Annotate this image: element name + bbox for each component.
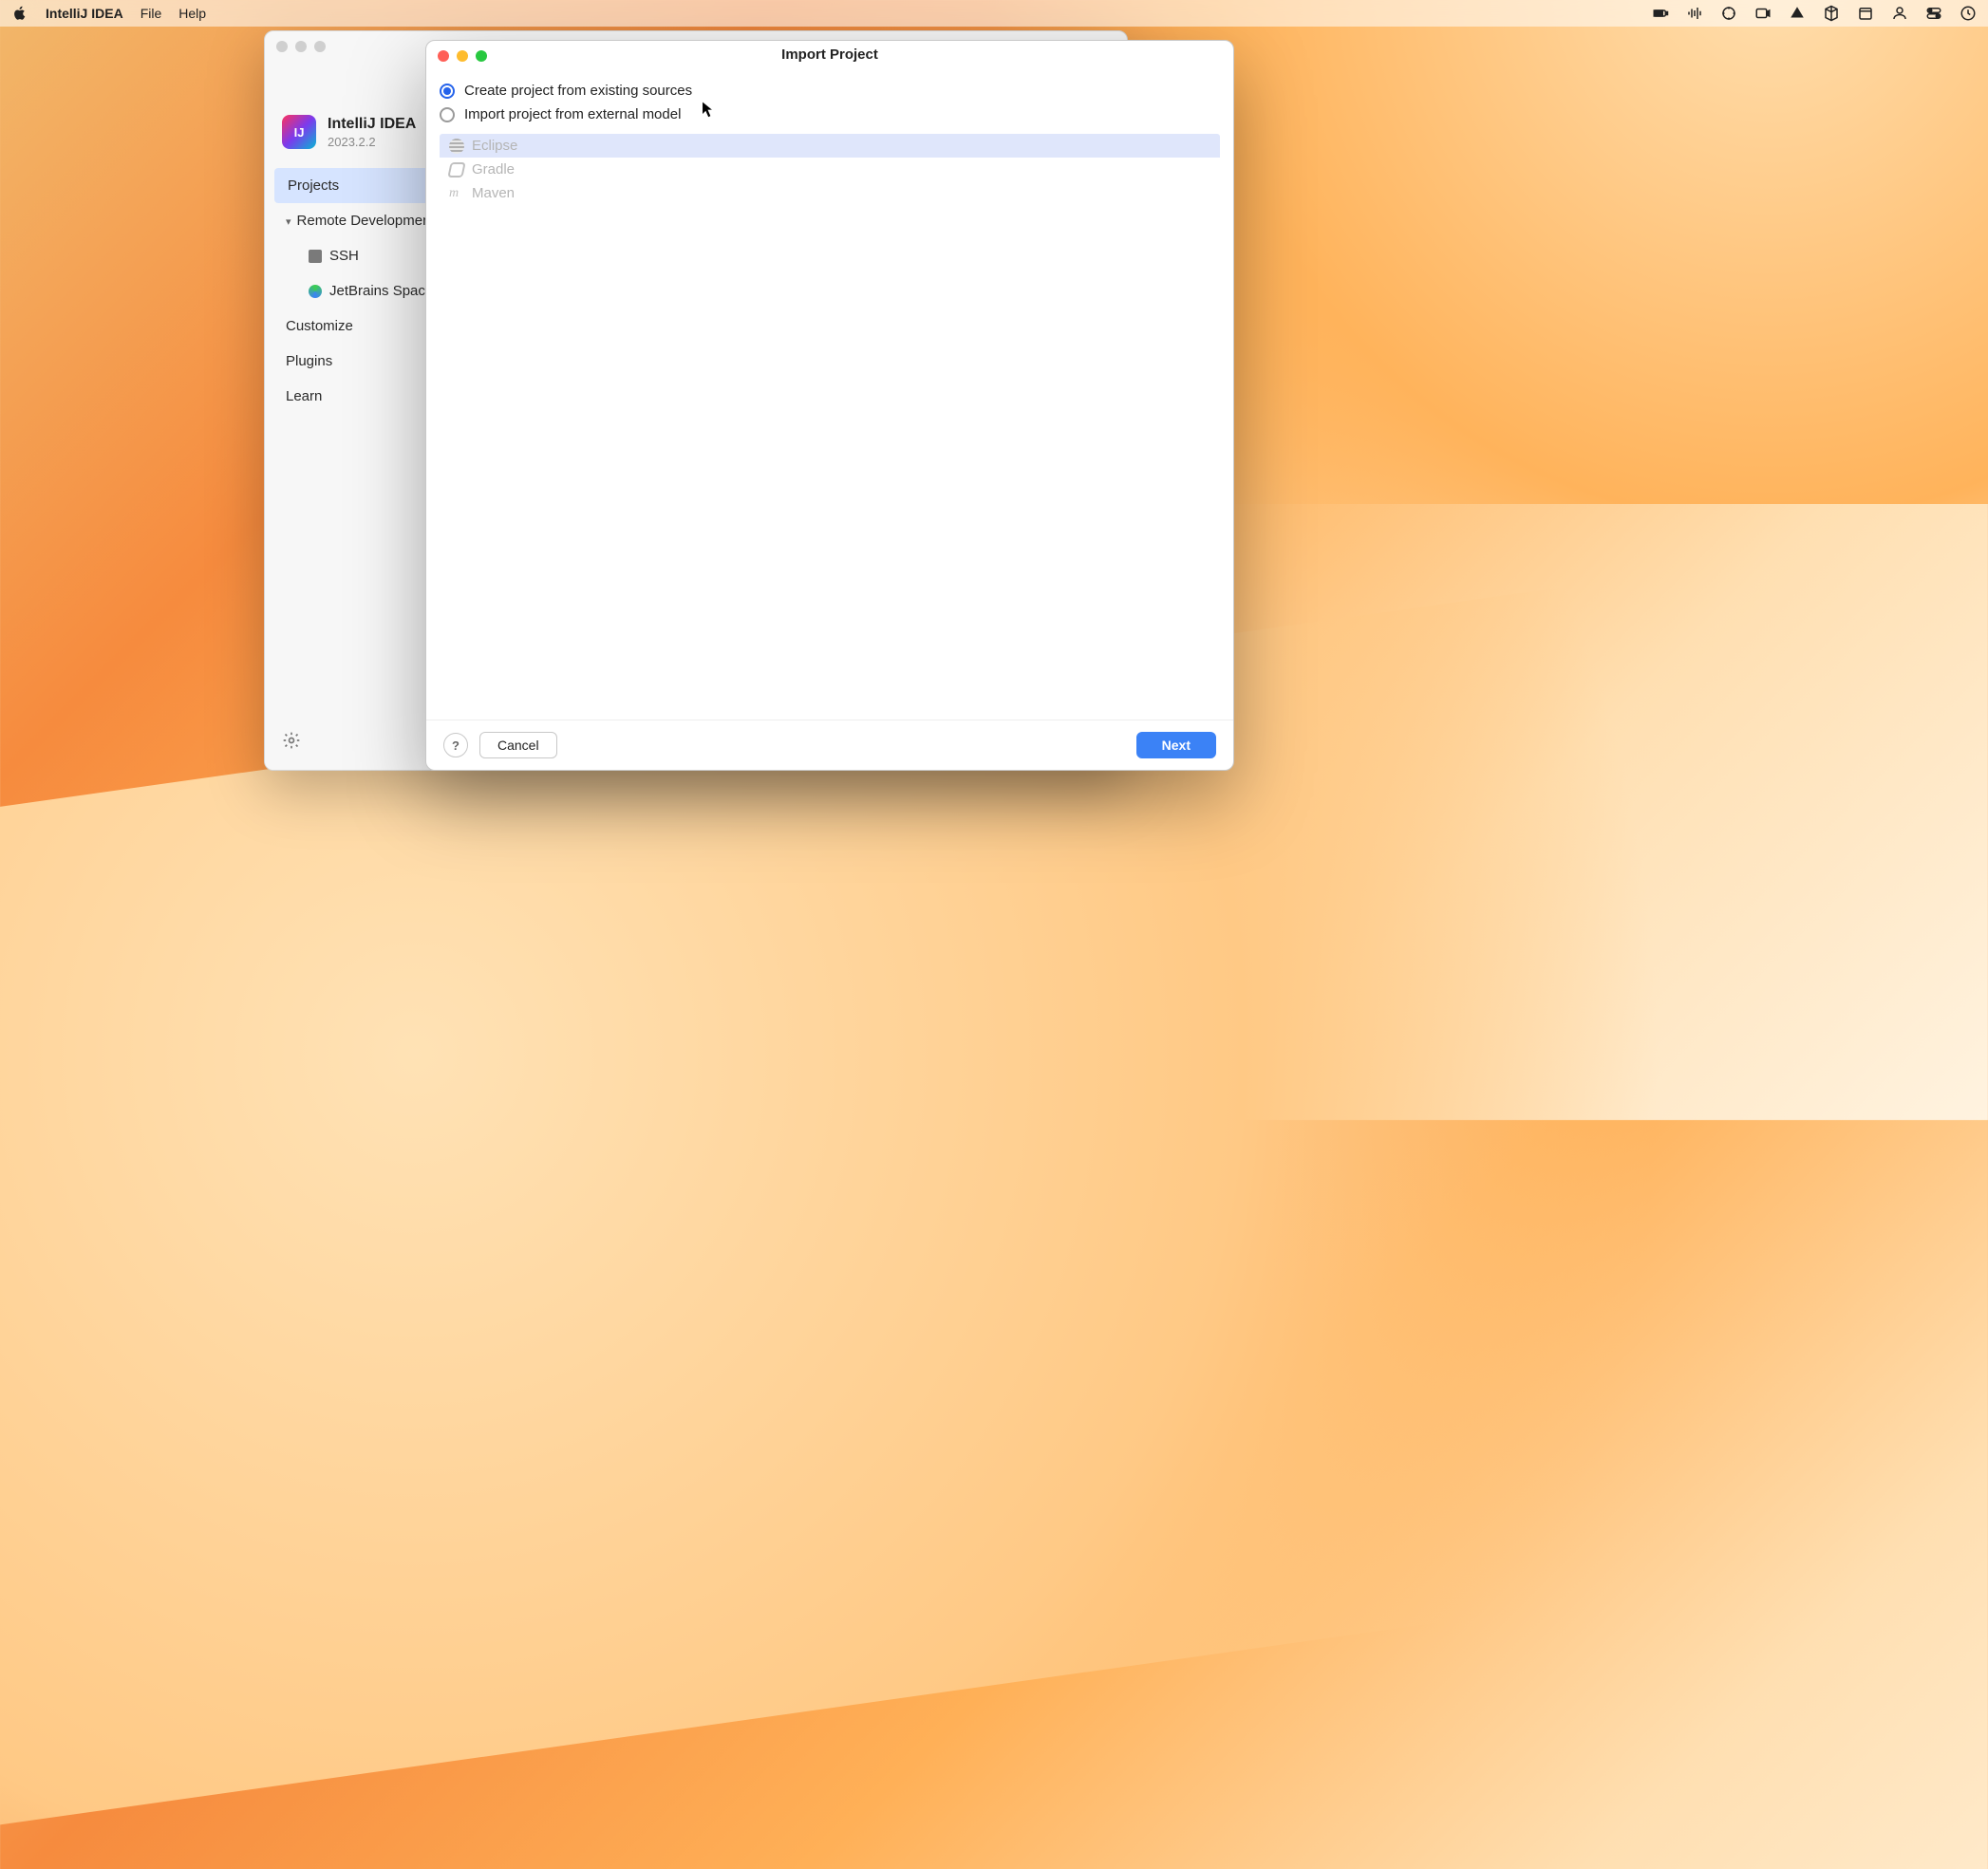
- settings-gear-button[interactable]: [282, 731, 301, 753]
- battery-icon[interactable]: [1652, 5, 1669, 22]
- radio-label: Create project from existing sources: [464, 83, 692, 99]
- terminal-icon: [309, 250, 322, 263]
- radio-icon: [440, 107, 455, 122]
- gradle-icon: [447, 162, 465, 178]
- import-project-dialog: Import Project Create project from exist…: [425, 40, 1234, 771]
- file-menu[interactable]: File: [141, 6, 162, 21]
- location-icon[interactable]: [1720, 5, 1737, 22]
- model-label: Gradle: [472, 161, 515, 178]
- model-label: Eclipse: [472, 138, 517, 154]
- dialog-title: Import Project: [426, 47, 1233, 63]
- macos-menubar: IntelliJ IDEA File Help: [0, 0, 1988, 27]
- maven-icon: m: [449, 186, 464, 201]
- brand-version: 2023.2.2: [328, 135, 416, 149]
- screen-record-icon[interactable]: [1754, 5, 1772, 22]
- model-option-eclipse[interactable]: Eclipse: [440, 134, 1220, 158]
- intellij-logo-icon: IJ: [282, 115, 316, 149]
- model-label: Maven: [472, 185, 515, 201]
- drive-icon[interactable]: [1789, 5, 1806, 22]
- sidebar-item-label: JetBrains Space: [329, 283, 433, 299]
- jetbrains-space-icon: [309, 285, 322, 298]
- cancel-button[interactable]: Cancel: [479, 732, 557, 758]
- box-icon[interactable]: [1823, 5, 1840, 22]
- radio-create-from-sources[interactable]: Create project from existing sources: [440, 79, 1220, 103]
- toggles-icon[interactable]: [1925, 5, 1942, 22]
- sidebar-item-label: SSH: [329, 248, 359, 264]
- radio-label: Import project from external model: [464, 106, 681, 122]
- brand-name: IntelliJ IDEA: [328, 116, 416, 133]
- next-button[interactable]: Next: [1136, 732, 1216, 758]
- clock-icon[interactable]: [1960, 5, 1977, 22]
- app-menu[interactable]: IntelliJ IDEA: [46, 6, 123, 21]
- model-option-maven[interactable]: m Maven: [440, 181, 1220, 205]
- radio-icon: [440, 84, 455, 99]
- user-icon[interactable]: [1891, 5, 1908, 22]
- model-option-gradle[interactable]: Gradle: [440, 158, 1220, 181]
- audio-levels-icon[interactable]: [1686, 5, 1703, 22]
- help-menu[interactable]: Help: [178, 6, 206, 21]
- eclipse-icon: [449, 139, 464, 154]
- help-button[interactable]: ?: [443, 733, 468, 757]
- apple-menu-icon[interactable]: [11, 5, 28, 22]
- radio-import-external-model[interactable]: Import project from external model: [440, 103, 1220, 126]
- external-model-list: Eclipse Gradle m Maven: [440, 134, 1220, 205]
- calendar-icon[interactable]: [1857, 5, 1874, 22]
